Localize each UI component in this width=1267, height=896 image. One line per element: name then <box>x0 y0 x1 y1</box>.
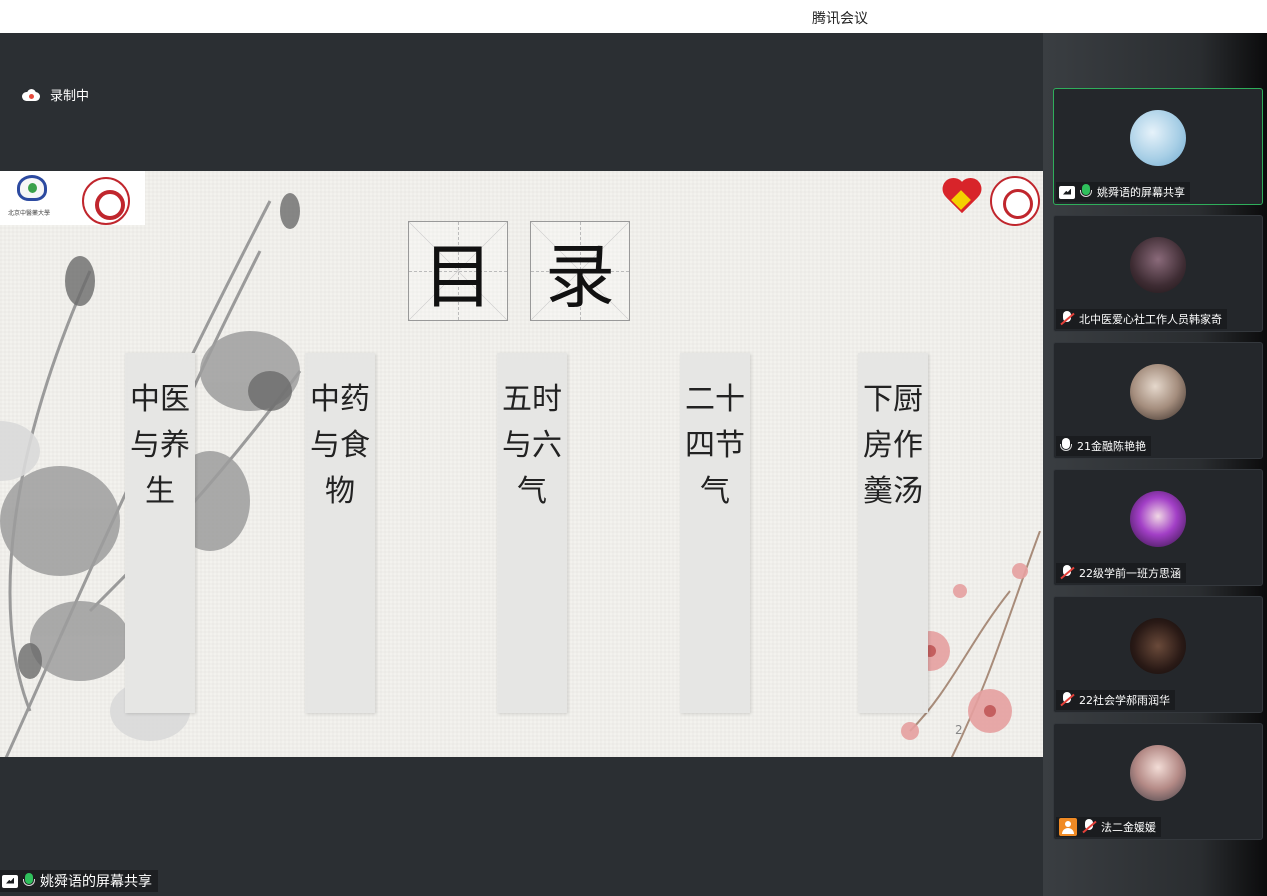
heading-cell: 录 <box>530 221 630 321</box>
participant-name: 法二金媛媛 <box>1101 821 1156 834</box>
mic-muted-icon <box>1081 819 1097 835</box>
participant-name: 21金融陈艳艳 <box>1077 440 1146 453</box>
participant-label: 姚舜语的屏幕共享 <box>1056 182 1190 202</box>
toc-text: 下厨房作羹汤 <box>863 382 923 509</box>
slide-heading: 目 录 <box>408 221 630 321</box>
toc-text: 中药与食物 <box>310 382 370 509</box>
screen-share-icon <box>2 874 18 888</box>
mic-muted-icon <box>1059 311 1075 327</box>
mic-on-icon <box>22 873 36 889</box>
heading-cell: 目 <box>408 221 508 321</box>
participant-label: 22级学前一班方思涵 <box>1056 563 1186 583</box>
mic-on-icon <box>1079 184 1093 200</box>
avatar <box>1130 491 1186 547</box>
avatar <box>1130 110 1186 166</box>
main-stage: 录制中 北京中醫藥大學 目 录 中医与养生 中药与食物 五时与六气 二十四节气 … <box>0 33 1043 896</box>
shared-slide: 北京中醫藥大學 目 录 中医与养生 中药与食物 五时与六气 二十四节气 下厨房作… <box>0 171 1043 757</box>
toc-column: 二十四节气 <box>680 353 750 713</box>
participant-name: 22社会学郝雨润华 <box>1079 694 1170 707</box>
participant-name: 22级学前一班方思涵 <box>1079 567 1181 580</box>
avatar <box>1130 364 1186 420</box>
toc-column: 下厨房作羹汤 <box>858 353 928 713</box>
participant-tile[interactable]: 22社会学郝雨润华 <box>1053 596 1263 713</box>
cloud-record-icon <box>22 88 40 101</box>
toc-column: 中药与食物 <box>305 353 375 713</box>
title-bar: 腾讯会议 <box>0 0 1267 33</box>
slide-page-number: 2 <box>955 723 963 737</box>
toc-text: 五时与六气 <box>502 382 562 509</box>
avatar <box>1130 618 1186 674</box>
screen-share-label[interactable]: 姚舜语的屏幕共享 <box>0 870 158 892</box>
participant-tile[interactable]: 法二金媛媛 <box>1053 723 1263 840</box>
recording-indicator[interactable]: 录制中 <box>22 85 89 104</box>
heading-char: 录 <box>545 235 615 318</box>
participant-label: 21金融陈艳艳 <box>1056 436 1151 456</box>
avatar <box>1130 745 1186 801</box>
toc-text: 二十四节气 <box>685 382 745 509</box>
heading-char: 目 <box>423 235 493 318</box>
participant-label: 北中医爱心社工作人员韩家奇 <box>1056 309 1227 329</box>
share-label-text: 姚舜语的屏幕共享 <box>40 874 152 890</box>
participant-name: 北中医爱心社工作人员韩家奇 <box>1079 313 1222 326</box>
participants-panel: 姚舜语的屏幕共享 北中医爱心社工作人员韩家奇 21金融陈艳艳 22级学前一班方思… <box>1043 33 1267 896</box>
toc-column: 五时与六气 <box>497 353 567 713</box>
participant-label: 22社会学郝雨润华 <box>1056 690 1175 710</box>
participant-name: 姚舜语的屏幕共享 <box>1097 186 1185 199</box>
recording-label: 录制中 <box>50 89 90 104</box>
toc-text: 中医与养生 <box>130 382 190 509</box>
participant-tile[interactable]: 北中医爱心社工作人员韩家奇 <box>1053 215 1263 332</box>
toc-column: 中医与养生 <box>125 353 195 713</box>
participant-tile[interactable]: 22级学前一班方思涵 <box>1053 469 1263 586</box>
participant-tile[interactable]: 21金融陈艳艳 <box>1053 342 1263 459</box>
avatar <box>1130 237 1186 293</box>
screen-share-icon <box>1059 185 1075 199</box>
participant-label: 法二金媛媛 <box>1056 817 1161 837</box>
mic-muted-icon <box>1059 692 1075 708</box>
mic-on-icon <box>1059 438 1073 454</box>
window-title: 腾讯会议 <box>812 11 868 27</box>
mic-muted-icon <box>1059 565 1075 581</box>
love-society-logo <box>990 176 1040 226</box>
user-icon <box>1059 818 1077 836</box>
participant-tile[interactable]: 姚舜语的屏幕共享 <box>1053 88 1263 205</box>
